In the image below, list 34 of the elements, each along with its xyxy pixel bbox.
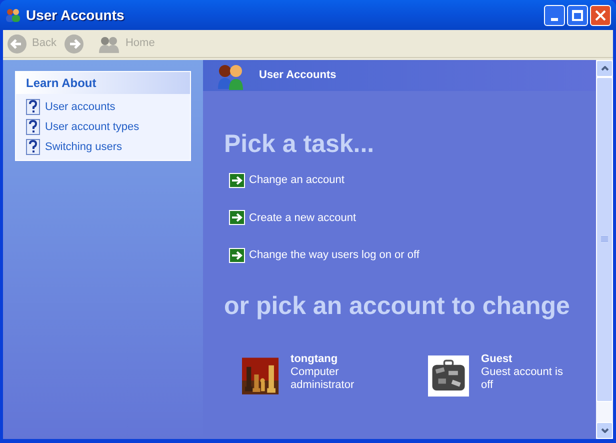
section-heading: Pick a task... (224, 129, 376, 159)
account-type: Computer administrator (290, 366, 356, 392)
arrow-icon (229, 172, 245, 188)
account-tile[interactable]: Guest Guest account is off (428, 352, 564, 400)
scroll-down-button[interactable] (596, 422, 613, 439)
help-icon (26, 119, 40, 135)
grip-icon (601, 236, 608, 243)
help-link[interactable]: User account types (26, 117, 180, 137)
panel-title: Learn About (16, 72, 190, 94)
account-name: tongtang (290, 352, 339, 366)
account-tile[interactable]: tongtang Computer administrator (242, 352, 378, 400)
help-icon (26, 99, 40, 115)
arrow-icon (229, 248, 245, 263)
scroll-up-button[interactable] (596, 60, 613, 77)
help-link[interactable]: Switching users (26, 137, 180, 157)
window-title: User Accounts (26, 6, 124, 24)
maximize-icon (572, 10, 583, 20)
page-title: User Accounts (259, 68, 336, 84)
maximize-button[interactable] (567, 4, 588, 26)
arrow-icon (229, 210, 245, 226)
account-type: Guest account is off (481, 366, 564, 392)
minimize-button[interactable] (544, 4, 565, 26)
task-link[interactable]: Create a new account (229, 210, 596, 226)
account-name: Guest (481, 352, 514, 366)
task-link[interactable]: Change the way users log on or off (229, 247, 596, 264)
minimize-icon (551, 18, 558, 20)
users-icon (5, 7, 21, 23)
close-icon (595, 10, 606, 20)
help-link[interactable]: User accounts (26, 97, 180, 117)
task-link[interactable]: Change an account (229, 172, 596, 188)
help-icon (26, 139, 40, 155)
close-button[interactable] (590, 4, 611, 26)
users-icon (98, 34, 120, 52)
section-heading: or pick an account to change (224, 290, 571, 320)
